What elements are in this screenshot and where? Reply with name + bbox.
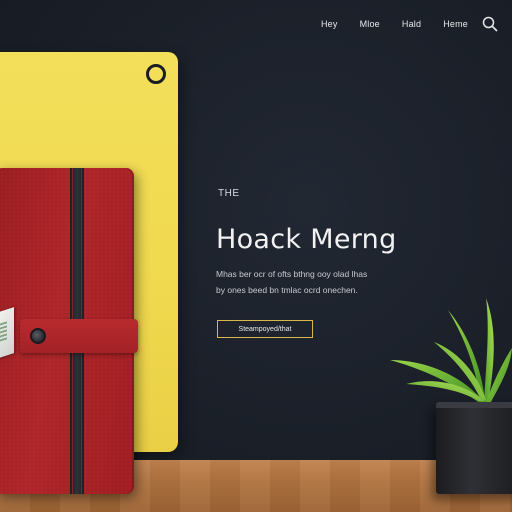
hero-title: Hoack Merng: [216, 224, 397, 255]
search-icon[interactable]: [482, 16, 498, 32]
snap-button-icon: [30, 328, 46, 344]
plant-leaves-image: [390, 298, 512, 404]
hero-description-line-1: Mhas ber ocr of ofts bthng ooy olad lhas: [216, 269, 368, 279]
nav-item-3[interactable]: Hald: [402, 19, 421, 29]
nav-item-1[interactable]: Hey: [321, 19, 338, 29]
cta-button[interactable]: Steampoyed/that: [217, 320, 313, 338]
page: Hey Mloe Hald Heme THE Hoack Merng Mhas …: [0, 0, 512, 512]
nav-item-4[interactable]: Heme: [443, 19, 468, 29]
plant-pot: [436, 402, 512, 494]
top-nav: Hey Mloe Hald Heme: [321, 14, 498, 34]
notebook-paper-insert: [0, 307, 14, 359]
nav-item-2[interactable]: Mloe: [360, 19, 380, 29]
card-ring-icon: [146, 64, 166, 84]
hero-eyebrow: THE: [218, 188, 240, 199]
